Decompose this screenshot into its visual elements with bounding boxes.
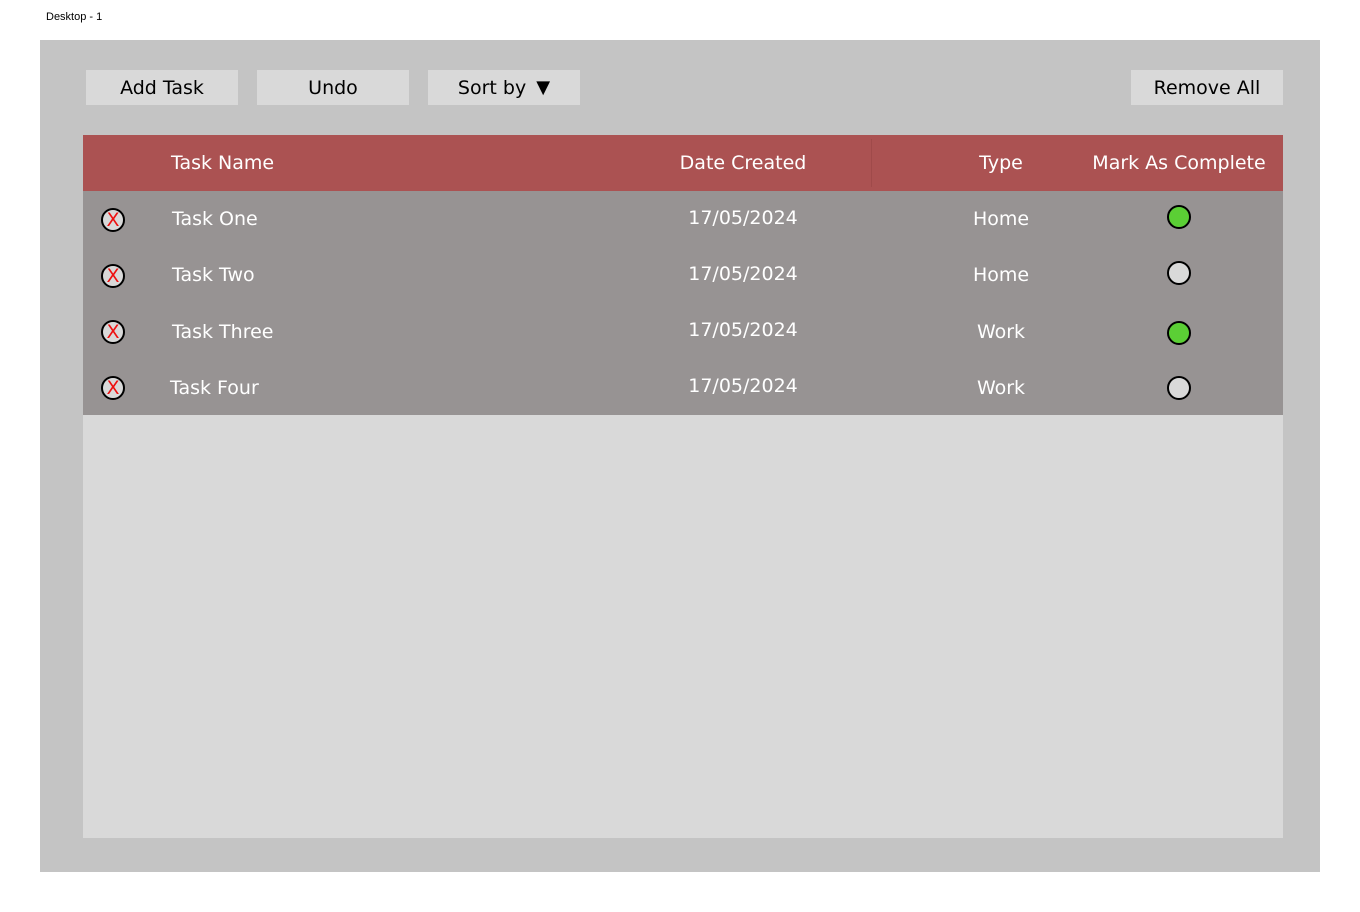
delete-task-icon[interactable]: X — [101, 264, 125, 288]
task-type: Work — [976, 377, 1026, 399]
app-frame: Add Task Undo Sort by ▼ Remove All Task … — [40, 40, 1320, 872]
task-date: 17/05/2024 — [688, 263, 798, 285]
delete-x-glyph: X — [106, 264, 120, 287]
caret-down-icon: ▼ — [536, 77, 551, 98]
task-name: Task Four — [170, 377, 259, 399]
table-row: X Task Three 17/05/2024 Work — [83, 303, 1283, 359]
sort-by-button[interactable]: Sort by ▼ — [428, 70, 580, 105]
task-type: Home — [972, 208, 1030, 230]
table-header: Task Name Date Created Type Mark As Comp… — [83, 135, 1283, 191]
task-type: Work — [976, 321, 1026, 343]
header-task-name: Task Name — [171, 152, 275, 174]
header-divider — [871, 139, 872, 187]
delete-task-icon[interactable]: X — [101, 320, 125, 344]
delete-task-icon[interactable]: X — [101, 376, 125, 400]
task-date: 17/05/2024 — [688, 207, 798, 229]
delete-x-glyph: X — [106, 208, 120, 231]
remove-all-button[interactable]: Remove All — [1131, 70, 1283, 105]
sort-by-label: Sort by — [457, 76, 527, 99]
table-row: X Task One 17/05/2024 Home — [83, 191, 1283, 247]
mark-complete-toggle[interactable] — [1167, 376, 1191, 400]
delete-x-glyph: X — [106, 320, 120, 343]
task-date: 17/05/2024 — [688, 375, 798, 397]
task-name: Task One — [172, 208, 258, 230]
mark-complete-toggle[interactable] — [1167, 261, 1191, 285]
delete-x-glyph: X — [106, 376, 120, 399]
task-name: Task Two — [172, 264, 255, 286]
header-mark-as-complete: Mark As Complete — [1092, 152, 1266, 174]
task-table: Task Name Date Created Type Mark As Comp… — [83, 135, 1283, 838]
frame-label: Desktop - 1 — [46, 11, 103, 23]
task-name: Task Three — [172, 321, 274, 343]
task-type: Home — [972, 264, 1030, 286]
undo-button[interactable]: Undo — [257, 70, 409, 105]
header-date-created: Date Created — [679, 152, 807, 174]
mark-complete-toggle[interactable] — [1167, 321, 1191, 345]
table-row: X Task Four 17/05/2024 Work — [83, 359, 1283, 415]
task-rows: X Task One 17/05/2024 Home X Task Two 17… — [83, 191, 1283, 415]
add-task-button[interactable]: Add Task — [86, 70, 238, 105]
table-row: X Task Two 17/05/2024 Home — [83, 247, 1283, 303]
task-date: 17/05/2024 — [688, 319, 798, 341]
header-type: Type — [979, 152, 1023, 174]
delete-task-icon[interactable]: X — [101, 208, 125, 232]
mark-complete-toggle[interactable] — [1167, 205, 1191, 229]
